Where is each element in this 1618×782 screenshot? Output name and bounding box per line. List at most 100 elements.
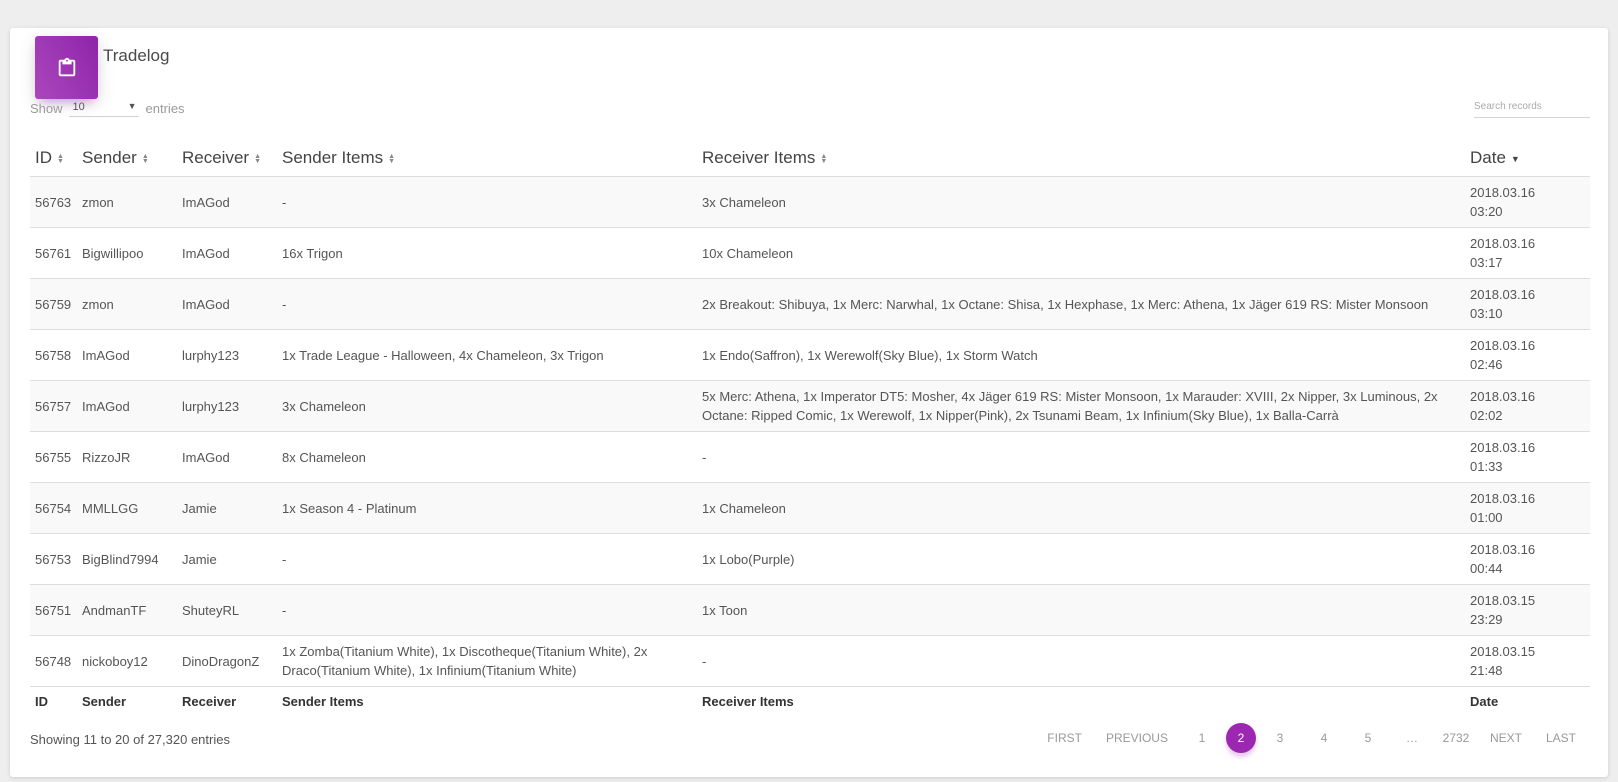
sort-desc-icon: ▼ <box>1510 153 1520 164</box>
cell-receiver: DinoDragonZ <box>177 635 277 687</box>
table-row: 56757 ImAGod lurphy123 3x Chameleon 5x Merc:… <box>30 380 1590 432</box>
cell-sender: BigBlind7994 <box>77 533 177 585</box>
cell-sender: RizzoJR <box>77 431 177 483</box>
footer-header-receiver-items: Receiver Items <box>702 694 794 709</box>
cell-id: 56759 <box>30 278 77 330</box>
cell-id: 56748 <box>30 635 77 687</box>
footer-header-id: ID <box>35 694 48 709</box>
cell-receiver: ImAGod <box>177 227 277 279</box>
sort-icon: ▲ ▼ <box>820 152 828 165</box>
card-header-icon <box>35 36 98 99</box>
cell-date: 2018.03.16 02:46 <box>1465 329 1590 381</box>
cell-receiver-items: 5x Merc: Athena, 1x Imperator DT5: Moshe… <box>697 380 1465 432</box>
table-row: 56763 zmon ImAGod -3x Chameleon 2018.03.16 03… <box>30 176 1590 228</box>
search-placeholder: Search records <box>1474 101 1542 112</box>
page-button[interactable]: 1 <box>1182 723 1222 753</box>
cell-receiver-items: 1x Endo(Saffron), 1x Werewolf(Sky Blue),… <box>697 329 1465 381</box>
entries-length-value: 10 <box>72 101 85 113</box>
first-page-button[interactable]: FIRST <box>1037 723 1092 753</box>
footer-header-sender-items: Sender Items <box>282 694 364 709</box>
cell-sender-items: 8x Chameleon <box>277 431 697 483</box>
column-header-date[interactable]: Date ▼ <box>1465 140 1590 177</box>
entries-label: entries <box>145 100 185 116</box>
column-header-id[interactable]: ID ▲ ▼ <box>30 140 77 177</box>
tradelog-table: ID ▲ ▼ Sender ▲ ▼ Receiver ▲ ▼ Sender Items ▲ ▼ … <box>30 140 1590 716</box>
search-input[interactable]: Search records <box>1474 99 1590 118</box>
cell-id: 56757 <box>30 380 77 432</box>
cell-date: 2018.03.15 23:29 <box>1465 584 1590 636</box>
table-row: 56748 nickoboy12 DinoDragonZ 1x Zomba(Titan… <box>30 635 1590 687</box>
cell-id: 56754 <box>30 482 77 534</box>
page-button[interactable]: 2 <box>1225 723 1256 753</box>
cell-sender-items: - <box>277 176 697 228</box>
cell-sender: ImAGod <box>77 380 177 432</box>
clipboard-icon <box>58 57 75 76</box>
cell-sender-items: 3x Chameleon <box>277 380 697 432</box>
cell-receiver: ShuteyRL <box>177 584 277 636</box>
card-title: Tradelog <box>103 46 170 65</box>
cell-id: 56761 <box>30 227 77 279</box>
previous-page-button[interactable]: PREVIOUS <box>1096 723 1178 753</box>
cell-date: 2018.03.16 03:17 <box>1465 227 1590 279</box>
cell-sender: nickoboy12 <box>77 635 177 687</box>
cell-date: 2018.03.16 02:02 <box>1465 380 1590 432</box>
entries-length-select[interactable]: 10 ▼ <box>68 99 139 117</box>
last-page-button[interactable]: LAST <box>1536 723 1586 753</box>
cell-sender-items: - <box>277 533 697 585</box>
sort-icon: ▲ ▼ <box>57 152 64 165</box>
table-row: 56754 MMLLGG Jamie 1x Season 4 - Platinum 1x… <box>30 482 1590 534</box>
cell-sender-items: 1x Zomba(Titanium White), 1x Discotheque… <box>277 635 697 687</box>
cell-id: 56758 <box>30 329 77 381</box>
cell-sender: ImAGod <box>77 329 177 381</box>
cell-receiver-items: 1x Chameleon <box>697 482 1465 534</box>
page-button[interactable]: 4 <box>1304 723 1344 753</box>
table-body: 56763 zmon ImAGod -3x Chameleon 2018.03.16 03… <box>30 176 1590 687</box>
table-footer-row: ID Sender Receiver Sender Items Receiver… <box>30 687 1590 717</box>
cell-receiver-items: 3x Chameleon <box>697 176 1465 228</box>
sort-icon: ▲ ▼ <box>388 152 396 165</box>
table-header-row: ID ▲ ▼ Sender ▲ ▼ Receiver ▲ ▼ Sender Items ▲ ▼ … <box>30 140 1590 177</box>
table-row: 56759 zmon ImAGod -2x Breakout: Shibuya, 1x… <box>30 278 1590 330</box>
cell-date: 2018.03.16 03:10 <box>1465 278 1590 330</box>
column-header-receiver[interactable]: Receiver ▲ ▼ <box>177 140 277 177</box>
cell-id: 56755 <box>30 431 77 483</box>
page-button[interactable]: 3 <box>1260 723 1300 753</box>
cell-sender: MMLLGG <box>77 482 177 534</box>
pagination: FIRST PREVIOUS 1 2 3 4 5 … 2732 NEXT LAST <box>1035 723 1588 753</box>
table-row: 56755 RizzoJR ImAGod 8x Chameleon -2018.03.1… <box>30 431 1590 483</box>
table-row: 56761 Bigwillipoo ImAGod 16x Trigon 10x Cham… <box>30 227 1590 279</box>
cell-receiver-items: 2x Breakout: Shibuya, 1x Merc: Narwhal, … <box>697 278 1465 330</box>
cell-receiver: ImAGod <box>177 431 277 483</box>
entries-length-control: Show 10 ▼ entries <box>30 99 185 117</box>
page-button[interactable]: 5 <box>1348 723 1388 753</box>
table-row: 56758 ImAGod lurphy123 1x Trade League - Ha… <box>30 329 1590 381</box>
cell-receiver-items: 10x Chameleon <box>697 227 1465 279</box>
cell-date: 2018.03.16 01:33 <box>1465 431 1590 483</box>
table-info: Showing 11 to 20 of 27,320 entries <box>30 732 230 747</box>
table-row: 56753 BigBlind7994 Jamie -1x Lobo(Purple) 20… <box>30 533 1590 585</box>
column-header-receiver-items[interactable]: Receiver Items ▲ ▼ <box>697 140 1465 177</box>
cell-receiver-items: - <box>697 635 1465 687</box>
cell-sender-items: 1x Trade League - Halloween, 4x Chameleo… <box>277 329 697 381</box>
chevron-down-icon: ▼ <box>127 101 137 111</box>
cell-sender-items: - <box>277 584 697 636</box>
table-row: 56751 AndmanTF ShuteyRL -1x Toon 2018.03.15 2… <box>30 584 1590 636</box>
cell-sender-items: 1x Season 4 - Platinum <box>277 482 697 534</box>
next-page-button[interactable]: NEXT <box>1480 723 1532 753</box>
cell-id: 56753 <box>30 533 77 585</box>
cell-receiver: lurphy123 <box>177 329 277 381</box>
page-ellipsis: … <box>1405 731 1418 745</box>
cell-sender: Bigwillipoo <box>77 227 177 279</box>
footer-header-sender: Sender <box>82 694 127 709</box>
cell-date: 2018.03.15 21:48 <box>1465 635 1590 687</box>
column-header-sender-items[interactable]: Sender Items ▲ ▼ <box>277 140 697 177</box>
cell-receiver-items: - <box>697 431 1465 483</box>
sort-icon: ▲ ▼ <box>254 152 262 165</box>
column-header-sender[interactable]: Sender ▲ ▼ <box>77 140 177 177</box>
cell-sender-items: 16x Trigon <box>277 227 697 279</box>
footer-header-date: Date <box>1470 694 1499 709</box>
page-button[interactable]: 2732 <box>1436 723 1476 753</box>
cell-receiver: ImAGod <box>177 176 277 228</box>
cell-id: 56751 <box>30 584 77 636</box>
cell-receiver-items: 1x Lobo(Purple) <box>697 533 1465 585</box>
